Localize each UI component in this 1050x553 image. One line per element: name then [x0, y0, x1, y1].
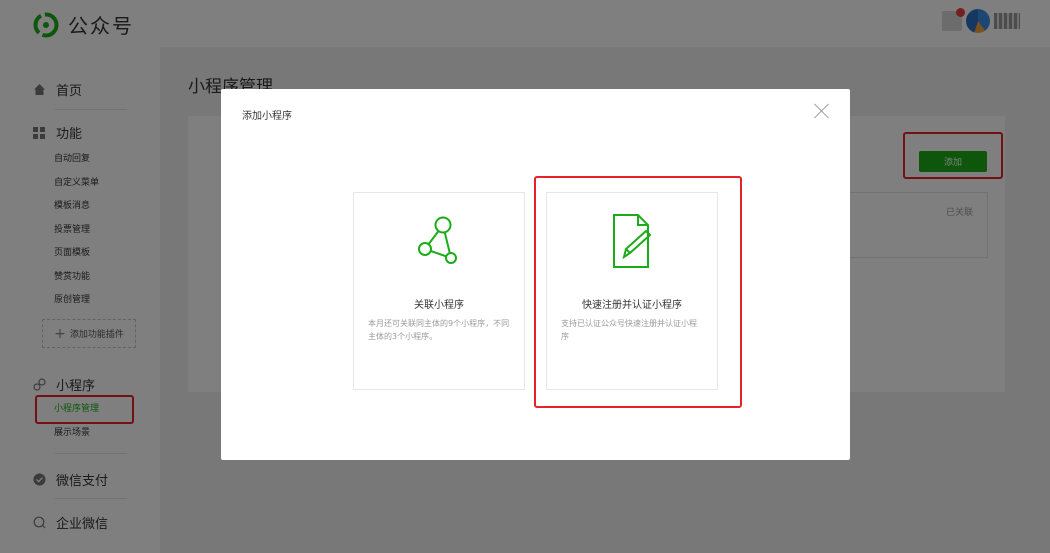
option-title: 关联小程序 [414, 300, 464, 311]
highlight-box-quick-register [534, 176, 742, 408]
close-icon[interactable] [814, 103, 830, 119]
option-description: 本月还可关联同主体的9个小程序，不同主体的3个小程序。 [368, 319, 510, 341]
add-mini-program-dialog: 添加小程序 关联小程序 本月还可关联同主体的9个小程序，不同主体的3个小程序。 … [221, 89, 850, 460]
option-link-mini-program[interactable]: 关联小程序 本月还可关联同主体的9个小程序，不同主体的3个小程序。 [353, 192, 525, 390]
dialog-title: 添加小程序 [242, 111, 292, 122]
share-nodes-icon [418, 216, 457, 264]
